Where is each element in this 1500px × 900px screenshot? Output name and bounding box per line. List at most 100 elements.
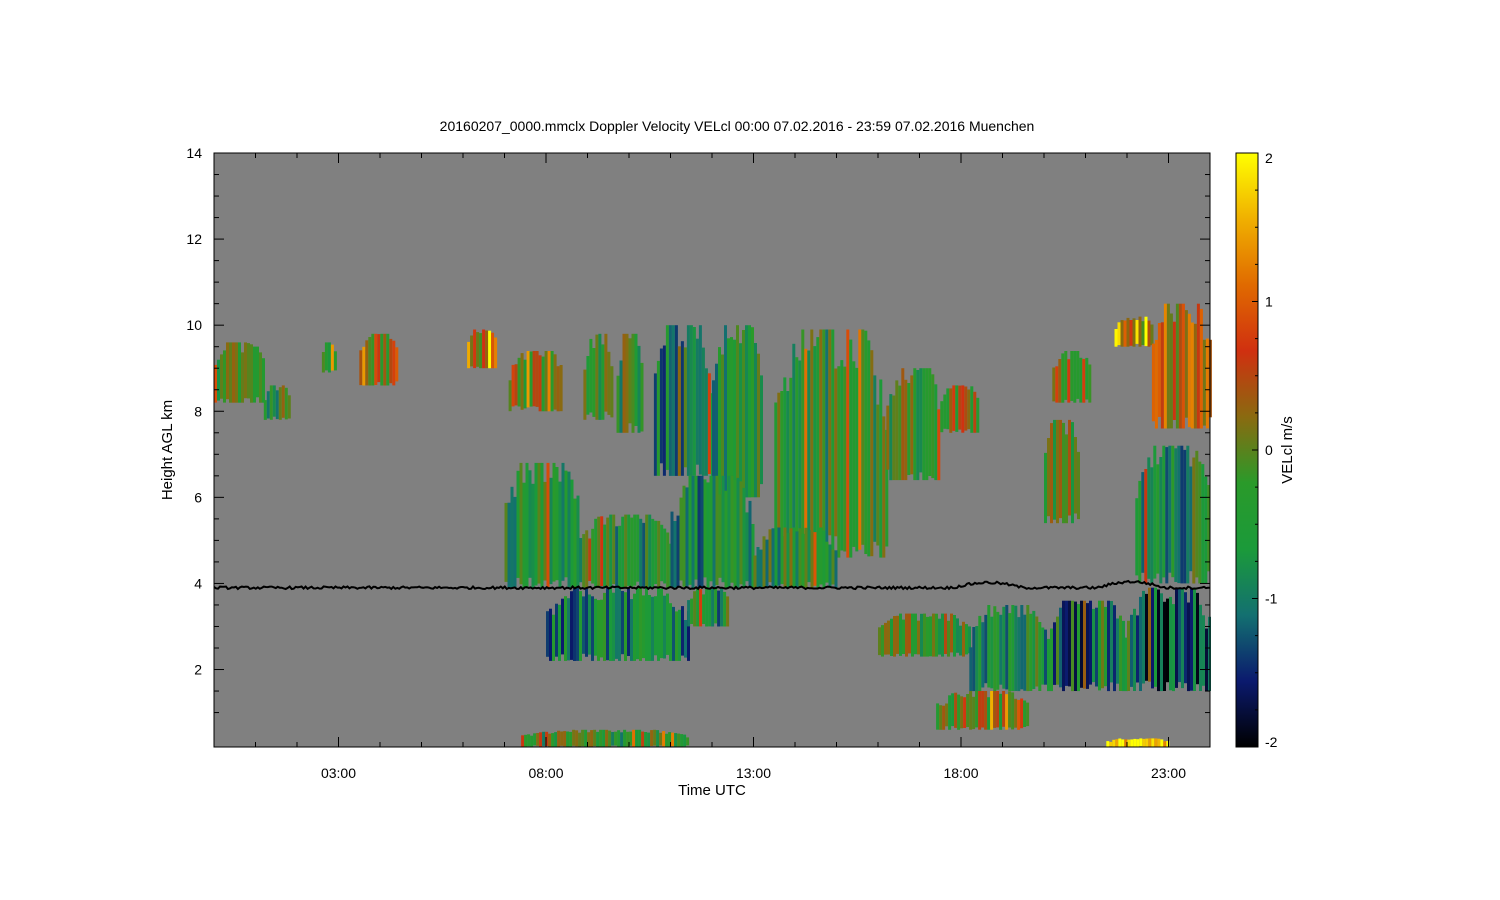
echo-streak [552, 462, 556, 582]
echo-streak [1047, 438, 1050, 517]
echo-streak [1172, 321, 1176, 420]
echo-streak [1079, 357, 1083, 403]
echo-streak [256, 346, 259, 398]
echo-streak [984, 614, 988, 684]
echo-streak [901, 368, 905, 481]
x-tick-label: 23:00 [1151, 765, 1186, 781]
echo-streak [958, 385, 962, 430]
echo-streak [704, 368, 708, 476]
echo-streak [1157, 323, 1161, 417]
echo-streak [1113, 605, 1116, 692]
echo-streak [583, 369, 587, 420]
echo-streak [368, 337, 372, 386]
echo-streak [539, 732, 543, 747]
echo-streak [543, 481, 547, 581]
echo-streak [1157, 738, 1161, 747]
echo-streak [687, 600, 691, 627]
echo-streak [813, 532, 817, 586]
echo-streak [510, 486, 514, 588]
echo-streak [1160, 593, 1163, 692]
echo-streak [999, 693, 1003, 730]
echo-streak [768, 529, 772, 583]
echo-streak [1150, 467, 1154, 584]
echo-streak [867, 340, 871, 557]
echo-streak [1135, 320, 1139, 344]
echo-streak [1085, 357, 1089, 400]
echo-streak [558, 481, 562, 588]
echo-streak [711, 588, 715, 627]
echo-streak [534, 462, 538, 586]
echo-streak [777, 527, 781, 586]
echo-streak [1201, 464, 1205, 584]
echo-streak [697, 475, 701, 588]
y-tick-label: 14 [186, 145, 202, 161]
echo-streak [525, 462, 529, 588]
echo-streak [651, 596, 654, 661]
echo-streak [954, 692, 958, 728]
echo-streak [606, 587, 609, 661]
echo-streak [557, 730, 561, 747]
echo-streak [656, 730, 660, 747]
echo-streak [855, 367, 859, 552]
echo-streak [1026, 702, 1030, 727]
echo-streak [1126, 317, 1130, 347]
echo-streak [1142, 738, 1146, 747]
echo-streak [1166, 303, 1170, 429]
echo-streak [653, 373, 657, 476]
echo-streak [1083, 600, 1086, 689]
echo-streak [386, 333, 390, 386]
echo-streak [1118, 738, 1122, 747]
echo-streak [1171, 445, 1175, 578]
echo-streak [374, 333, 378, 385]
echo-streak [554, 732, 558, 747]
echo-streak [852, 361, 856, 547]
echo-streak [560, 731, 564, 746]
echo-streak [1092, 608, 1095, 683]
echo-streak [1053, 622, 1056, 685]
echo-streak [584, 729, 588, 747]
echo-streak [745, 325, 748, 498]
echo-streak [238, 342, 241, 403]
echo-streak [1165, 447, 1169, 584]
echo-streak [1008, 691, 1012, 728]
echo-streak [929, 616, 932, 657]
echo-streak [531, 483, 535, 588]
echo-streak [1141, 472, 1145, 573]
echo-streak [665, 325, 669, 470]
echo-streak [232, 342, 235, 403]
echo-streak [639, 587, 642, 661]
echo-streak [1086, 603, 1089, 689]
echo-streak [717, 590, 721, 627]
echo-streak [1061, 353, 1065, 403]
echo-streak [1138, 316, 1142, 347]
colorbar-tick-label: 0 [1265, 442, 1273, 458]
echo-streak [692, 327, 696, 476]
echo-streak [679, 497, 683, 581]
echo-streak [266, 391, 270, 419]
echo-streak [1145, 738, 1149, 747]
echo-streak [1144, 469, 1148, 584]
echo-streak [945, 703, 949, 727]
echo-streak [262, 358, 265, 403]
echo-streak [751, 327, 754, 498]
echo-streak [919, 368, 923, 473]
echo-streak [523, 359, 527, 409]
echo-streak [1107, 600, 1110, 692]
echo-streak [630, 517, 634, 588]
echo-streak [801, 533, 805, 588]
echo-streak [263, 400, 267, 420]
echo-streak [774, 402, 778, 545]
y-tick-label: 4 [194, 575, 202, 591]
echo-streak [1180, 445, 1184, 584]
echo-streak [1163, 601, 1166, 691]
echo-streak [1077, 604, 1080, 692]
echo-streak [840, 360, 844, 551]
echo-streak [810, 329, 814, 558]
echo-streak [1052, 367, 1056, 402]
echo-streak [567, 598, 570, 661]
echo-streak [614, 731, 618, 746]
echo-streak [1127, 739, 1131, 747]
echo-streak [678, 609, 681, 661]
echo-streak [959, 625, 962, 656]
x-tick-label: 18:00 [943, 765, 978, 781]
